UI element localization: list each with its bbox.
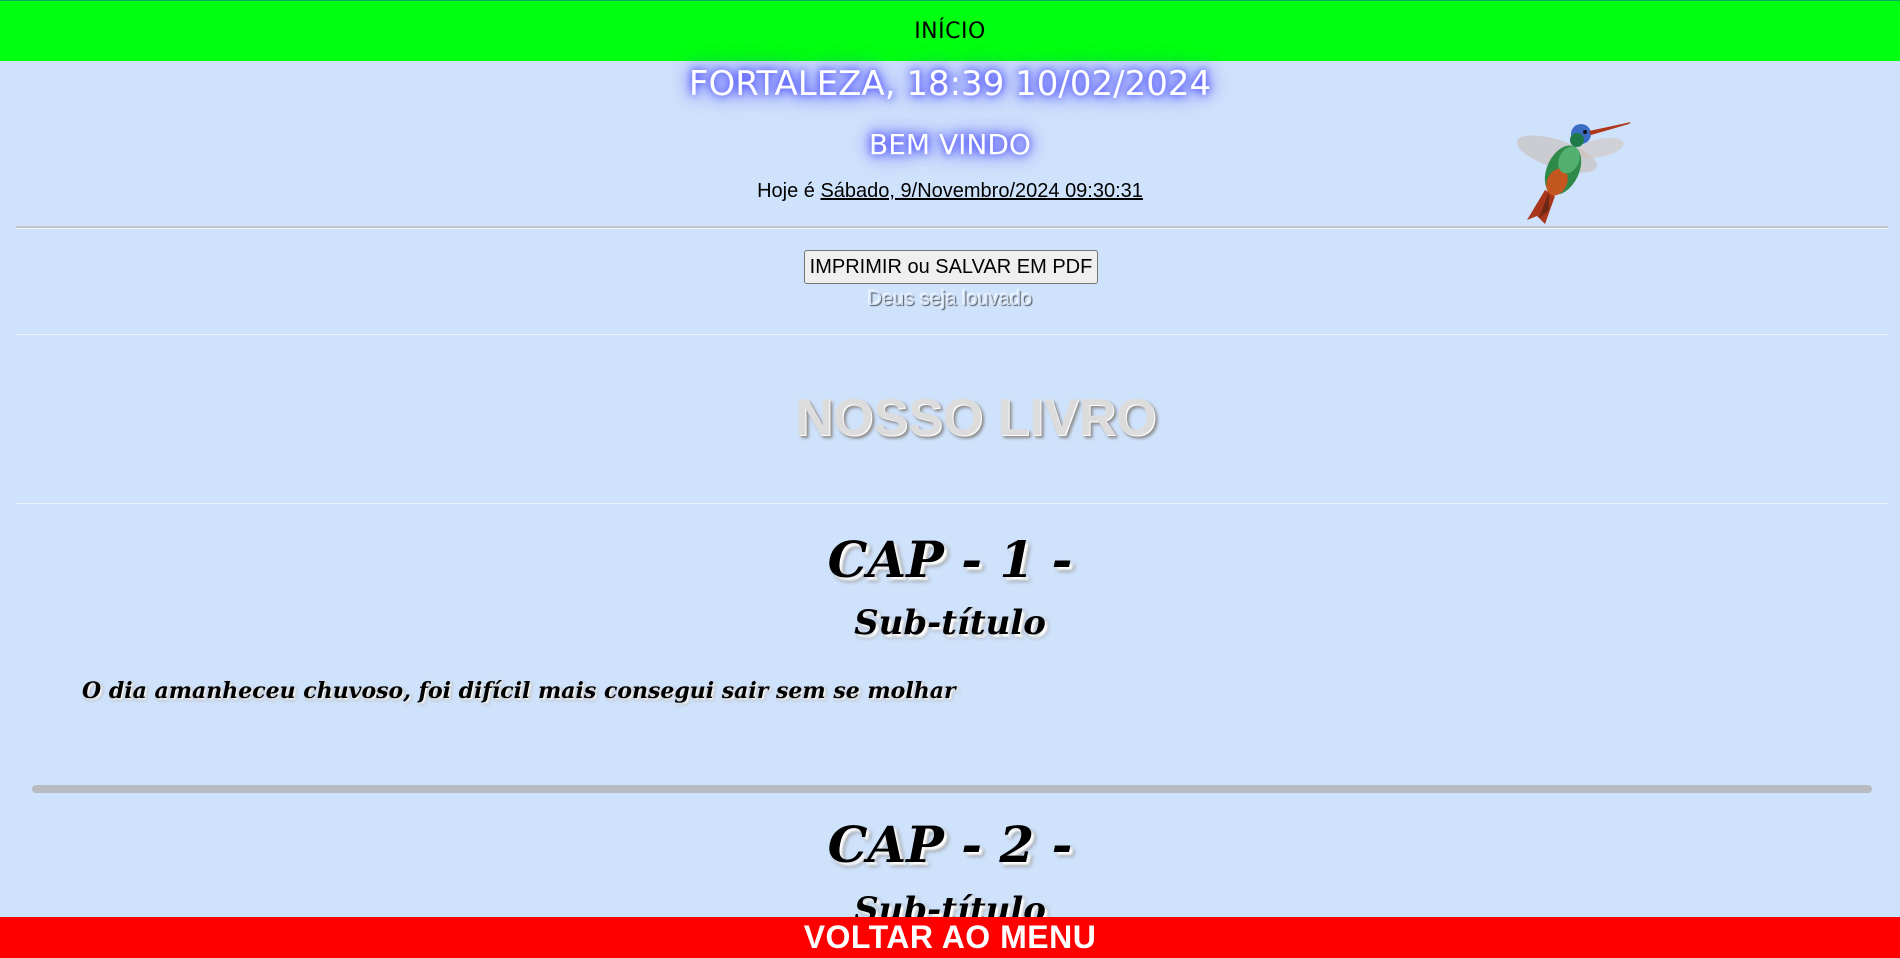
home-link[interactable]: INÍCIO (914, 19, 986, 44)
header-divider (16, 226, 1888, 229)
section-divider-2 (16, 503, 1888, 504)
hummingbird-image (1516, 122, 1631, 224)
bottom-nav-bar: VOLTAR AO MENU (0, 917, 1900, 958)
book-title: NOSSO LIVRO (795, 389, 1157, 447)
city-time-header: FORTALEZA, 18:39 10/02/2024 (688, 64, 1212, 104)
chapter-1-subtitle: Sub-título (854, 603, 1046, 643)
print-pdf-button[interactable]: IMPRIMIR ou SALVAR EM PDF (804, 250, 1098, 284)
praise-text: Deus seja louvado (867, 288, 1033, 310)
chapter-1-text: O dia amanheceu chuvoso, foi difícil mai… (82, 678, 956, 704)
chapter-divider (32, 785, 1872, 793)
today-prefix: Hoje é (757, 180, 815, 202)
chapter-2-title: CAP - 2 - (827, 815, 1073, 874)
page: INÍCIO FORTALEZA, 18:39 10/02/2024 BEM V… (0, 0, 1900, 958)
chapter-1-title: CAP - 1 - (827, 530, 1073, 589)
top-nav-bar: INÍCIO (0, 0, 1900, 61)
back-to-menu-link[interactable]: VOLTAR AO MENU (804, 919, 1097, 956)
today-date: Sábado, 9/Novembro/2024 09:30:31 (820, 180, 1143, 202)
section-divider-1 (16, 334, 1888, 335)
